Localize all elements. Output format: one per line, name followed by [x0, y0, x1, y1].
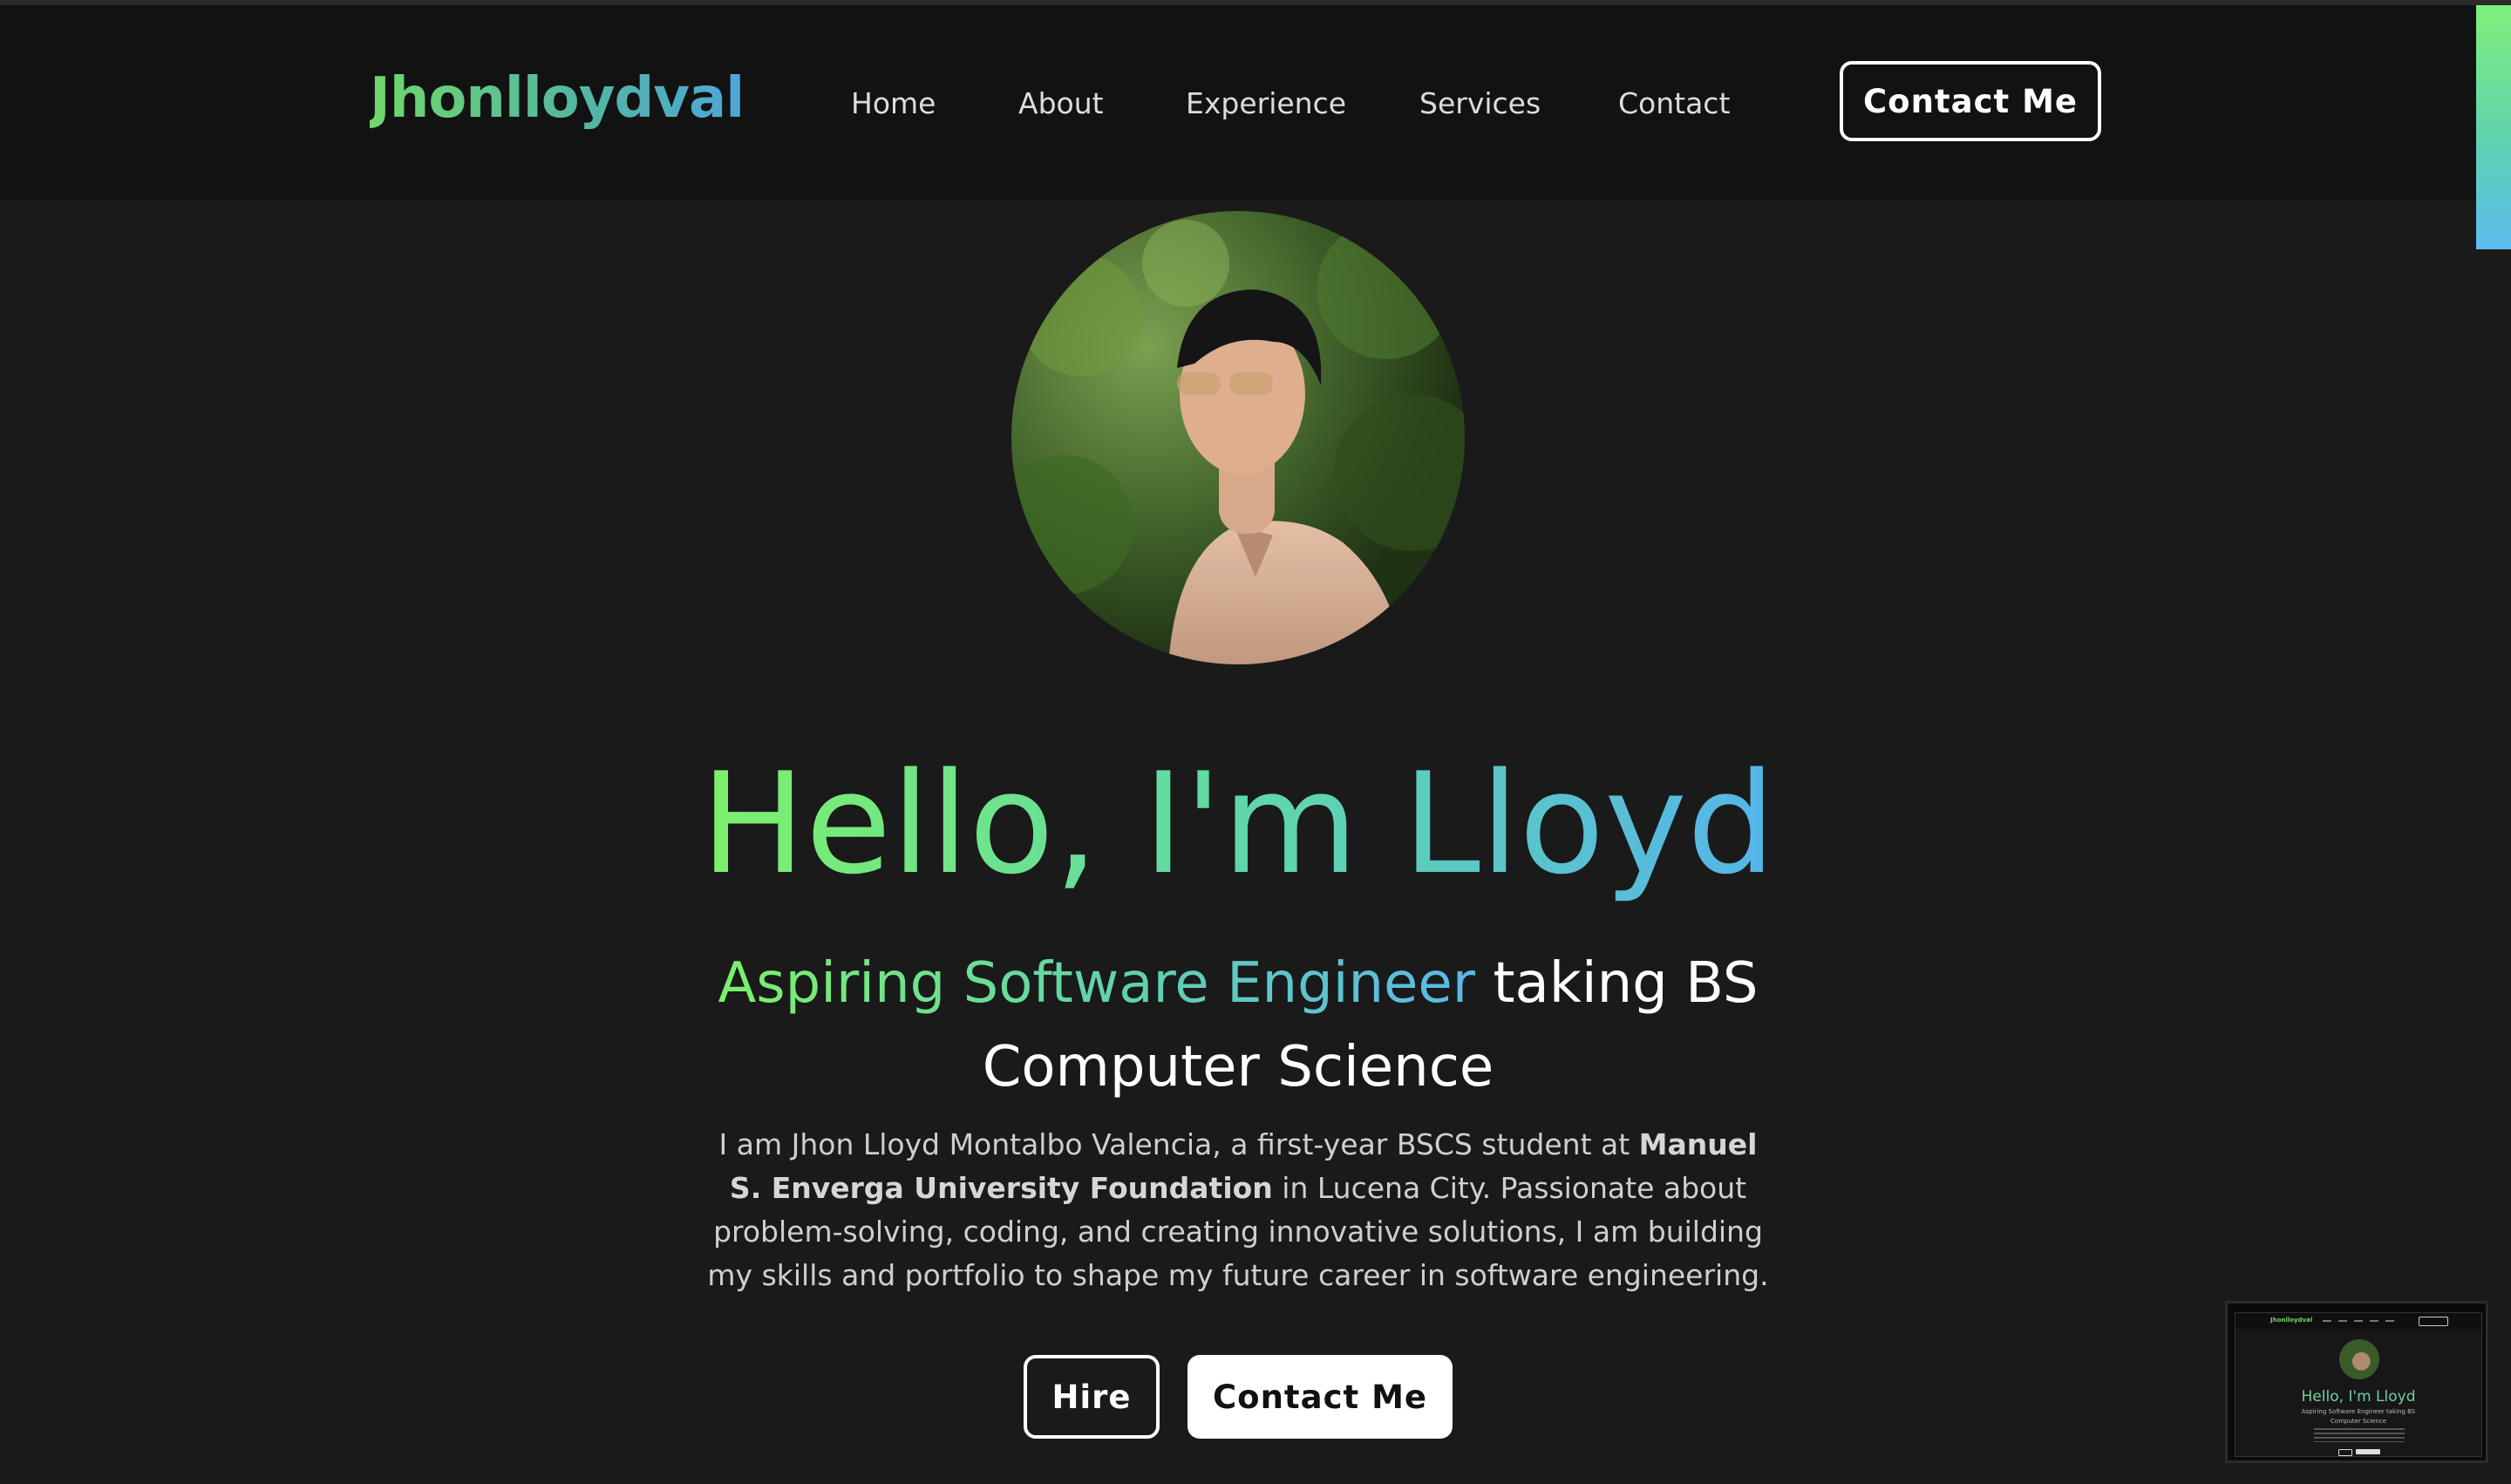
thumbnail-subtitle: Aspiring Software Engineer taking BS Com… [2301, 1408, 2416, 1425]
nav-link-contact[interactable]: Contact [1618, 86, 1730, 120]
nav-link-about[interactable]: About [1018, 86, 1104, 120]
nav-link-home[interactable]: Home [851, 86, 936, 120]
hero-subtitle: Aspiring Software Engineer taking BS Com… [0, 942, 2476, 1109]
hero-title: Hello, I'm Lloyd [700, 742, 1776, 905]
thumbnail-avatar [2339, 1339, 2379, 1379]
thumbnail-content: Jhonlloydval Hello, I'm Lloyd Aspiring S… [2235, 1312, 2482, 1457]
thumbnail-buttons [2338, 1449, 2382, 1456]
navbar: Jhonlloydval Home About Experience Servi… [0, 5, 2476, 201]
hire-button[interactable]: Hire [1024, 1355, 1160, 1439]
nav-link-experience[interactable]: Experience [1186, 86, 1346, 120]
profile-photo [1011, 211, 1465, 664]
nav-link-services[interactable]: Services [1419, 86, 1541, 120]
nav-contact-me-button[interactable]: Contact Me [1840, 61, 2101, 141]
subtitle-highlight: Aspiring Software Engineer [718, 951, 1476, 1016]
thumbnail-cta [2419, 1317, 2448, 1326]
site-logo[interactable]: Jhonlloydval [370, 66, 745, 131]
hero-contact-me-button[interactable]: Contact Me [1187, 1355, 1453, 1439]
thumbnail-bio-lines [2314, 1428, 2405, 1442]
subtitle-line1-rest: taking BS [1475, 951, 1759, 1016]
thumbnail-nav-links [2323, 1320, 2401, 1322]
subtitle-line2: Computer Science [982, 1035, 1494, 1099]
scroll-progress-indicator [2476, 5, 2511, 249]
thumbnail-title: Hello, I'm Lloyd [2301, 1388, 2416, 1406]
thumbnail-logo: Jhonlloydval [2270, 1317, 2313, 1324]
hero-bio: I am Jhon Lloyd Montalbo Valencia, a fir… [707, 1127, 1769, 1292]
page-preview-thumbnail[interactable]: Jhonlloydval Hello, I'm Lloyd Aspiring S… [2225, 1301, 2488, 1463]
